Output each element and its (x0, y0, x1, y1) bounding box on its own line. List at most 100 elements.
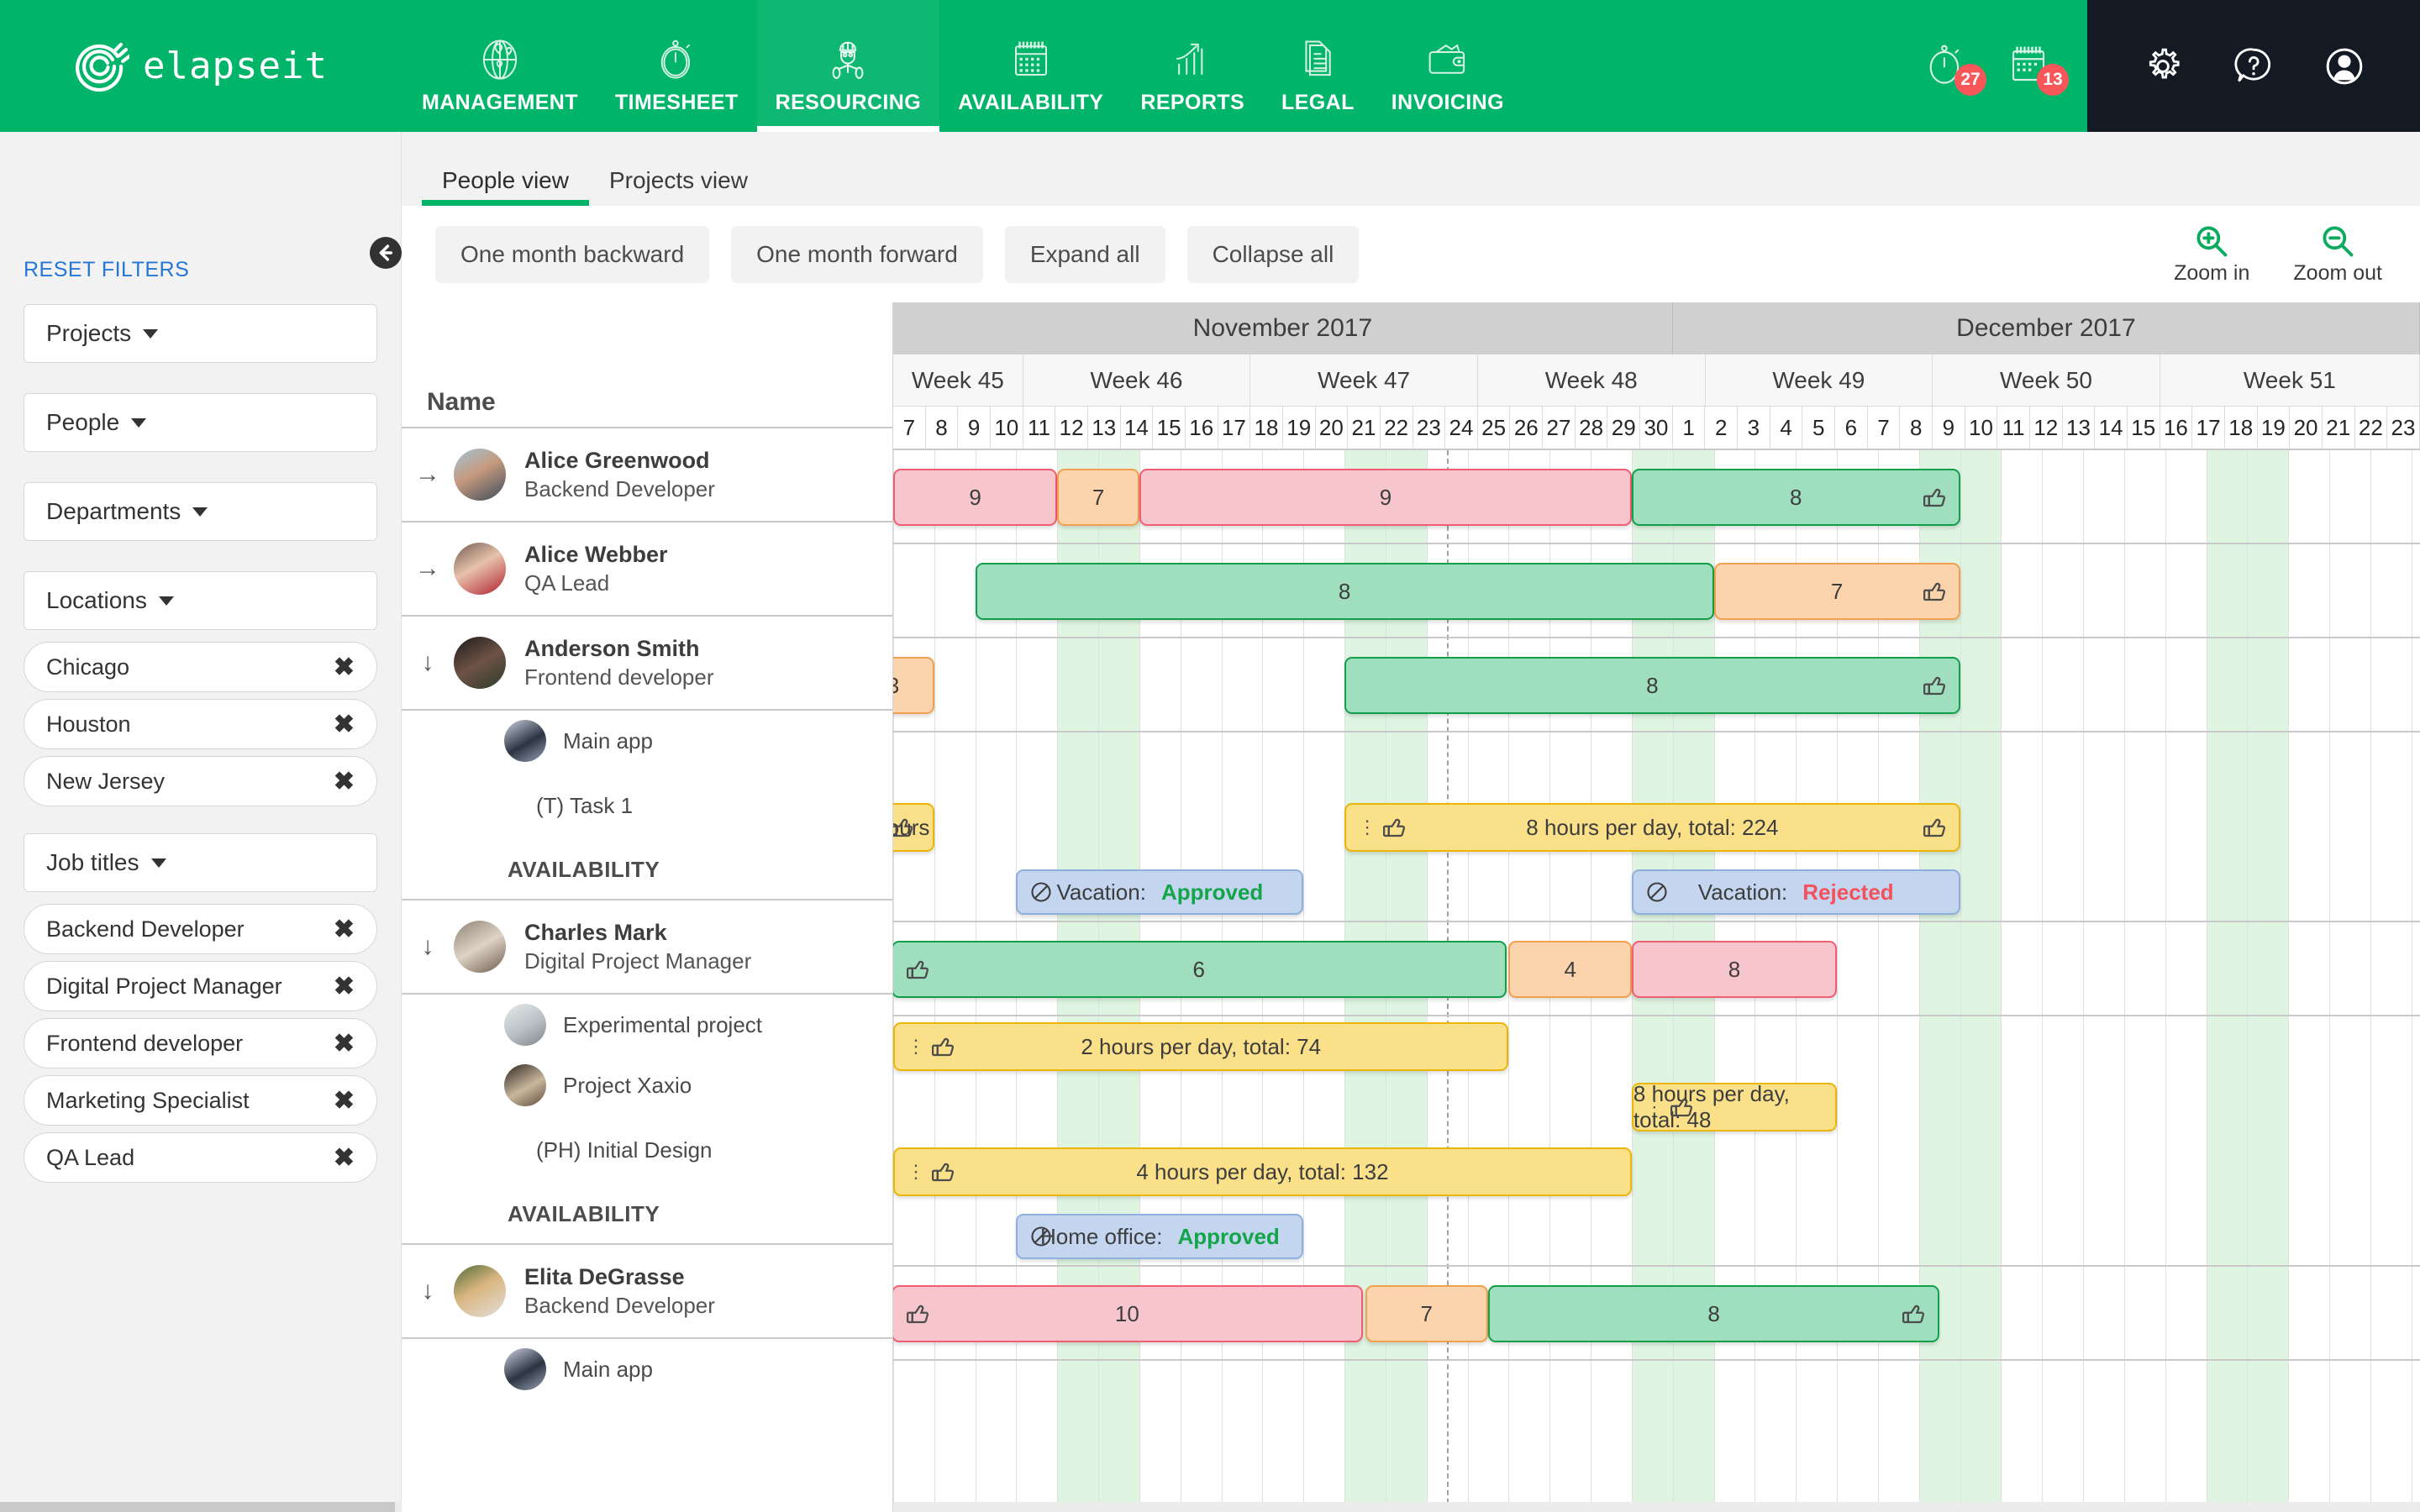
drag-handle-icon[interactable]: ⋮ (1645, 1098, 1664, 1116)
filter-chip-location[interactable]: Houston ✖ (24, 699, 377, 749)
one-month-backward-button[interactable]: One month backward (435, 225, 710, 283)
person-role: Backend Developer (524, 475, 715, 501)
close-icon[interactable]: ✖ (334, 1086, 355, 1116)
nav-item-timesheet[interactable]: TIMESHEET (597, 0, 757, 132)
tab-projects-view[interactable]: Projects view (589, 167, 768, 206)
day-header-cell: 16 (2160, 407, 2193, 449)
scrollbar-thumb[interactable] (0, 1502, 395, 1512)
collapse-all-button[interactable]: Collapse all (1186, 225, 1360, 283)
nav-item-resourcing[interactable]: RESOURCING (756, 0, 940, 132)
arrow-down-icon[interactable]: ↓ (402, 1277, 454, 1305)
person-row[interactable]: → Alice Webber QA Lead (402, 522, 892, 617)
arrow-right-icon[interactable]: → (402, 554, 454, 583)
allocation-bar[interactable]: 7 (1365, 1285, 1489, 1342)
chip-label: QA Lead (46, 1144, 135, 1170)
project-row: Experimental project (402, 995, 892, 1055)
person-row[interactable]: → Alice Greenwood Backend Developer (402, 428, 892, 522)
filter-departments-dropdown[interactable]: Departments (24, 482, 377, 541)
calendar-alerts-button[interactable]: 13 (2007, 42, 2069, 96)
zoom-in-button[interactable]: Zoom in (2174, 223, 2249, 286)
drag-handle-icon[interactable]: ⋮ (907, 1037, 925, 1056)
bar-label: 3 (893, 673, 899, 699)
arrow-down-icon[interactable]: ↓ (402, 932, 454, 961)
collapse-sidebar-button[interactable] (370, 237, 402, 269)
drag-handle-icon[interactable]: ⋮ (1358, 818, 1376, 837)
allocation-bar[interactable]: 7 (1713, 563, 1960, 620)
allocation-bar[interactable]: 6 (893, 941, 1507, 998)
person-row[interactable]: ↓ Charles Mark Digital Project Manager (402, 900, 892, 995)
filter-chip-jobtitle[interactable]: Digital Project Manager ✖ (24, 961, 377, 1011)
filter-people-dropdown[interactable]: People (24, 393, 377, 452)
one-month-forward-button[interactable]: One month forward (731, 225, 983, 283)
close-icon[interactable]: ✖ (334, 767, 355, 796)
filter-chip-location[interactable]: New Jersey ✖ (24, 756, 377, 806)
brand-logo[interactable]: elapseit (0, 0, 403, 132)
filter-chip-jobtitle[interactable]: Marketing Specialist ✖ (24, 1075, 377, 1126)
nav-item-management[interactable]: MANAGEMENT (403, 0, 597, 132)
allocation-bar[interactable]: 8 (1631, 941, 1838, 998)
drag-handle-icon[interactable]: ⋮ (907, 1163, 925, 1181)
gear-icon[interactable] (2139, 43, 2186, 90)
close-icon[interactable]: ✖ (334, 915, 355, 944)
day-header-cell: 15 (2127, 407, 2160, 449)
filter-chip-location[interactable]: Chicago ✖ (24, 642, 377, 692)
tab-label: People view (442, 167, 569, 193)
filter-chip-jobtitle[interactable]: Backend Developer ✖ (24, 904, 377, 954)
person-row[interactable]: ↓ Anderson Smith Frontend developer (402, 617, 892, 711)
person-row[interactable]: ↓ Elita DeGrasse Backend Developer (402, 1245, 892, 1339)
filter-chip-jobtitle[interactable]: Frontend developer ✖ (24, 1018, 377, 1068)
filter-projects-dropdown[interactable]: Projects (24, 304, 377, 363)
arrow-right-icon[interactable]: → (402, 460, 454, 489)
allocation-bar[interactable]: 7 (1057, 469, 1139, 526)
filter-jobtitles-dropdown[interactable]: Job titles (24, 833, 377, 892)
expand-all-button[interactable]: Expand all (1004, 225, 1165, 283)
close-icon[interactable]: ✖ (334, 653, 355, 682)
allocation-bar[interactable]: 9 (1139, 469, 1632, 526)
day-header-cell: 11 (1023, 407, 1056, 449)
allocation-bar[interactable]: 8 (1631, 469, 1960, 526)
arrow-down-icon[interactable]: ↓ (402, 648, 454, 677)
nav-item-availability[interactable]: AVAILABILITY (939, 0, 1122, 132)
allocation-bar[interactable]: 10 (893, 1285, 1364, 1342)
chart-growth-icon (1171, 35, 1214, 84)
availability-bar[interactable]: Home office: Approved (1016, 1214, 1304, 1259)
filter-label: People (46, 409, 120, 435)
day-header-cell: 1 (1672, 407, 1706, 449)
allocation-bar[interactable]: 9 (893, 469, 1058, 526)
day-header-cell: 6 (1835, 407, 1868, 449)
nav-item-reports[interactable]: REPORTS (1122, 0, 1263, 132)
filter-chip-jobtitle[interactable]: QA Lead ✖ (24, 1132, 377, 1183)
task-name: (PH) Initial Design (536, 1137, 713, 1163)
day-header-cell: 21 (1348, 407, 1381, 449)
timesheet-alerts-button[interactable]: 27 (1924, 42, 1986, 96)
close-icon[interactable]: ✖ (334, 1029, 355, 1058)
availability-bar[interactable]: Vacation: Rejected (1631, 869, 1960, 915)
allocation-bar[interactable]: 3 (893, 657, 934, 714)
allocation-bar[interactable]: 4 (1508, 941, 1632, 998)
allocation-bar[interactable]: 8 (1488, 1285, 1940, 1342)
allocation-bar[interactable]: ⋮ 8 hours per day, total: 224 (1344, 803, 1960, 852)
close-icon[interactable]: ✖ (334, 710, 355, 739)
horizontal-scrollbar[interactable] (0, 1502, 2420, 1512)
allocation-bar[interactable]: 8 (1344, 657, 1960, 714)
help-question-icon[interactable] (2230, 43, 2277, 90)
gantt-timeline: November 2017 December 2017 Week 45 Week 4… (893, 302, 2420, 1512)
filter-locations-dropdown[interactable]: Locations (24, 571, 377, 630)
day-header-cell: 2 (1705, 407, 1739, 449)
user-avatar-icon[interactable] (2321, 43, 2368, 90)
bar-label: 4 (1564, 956, 1576, 982)
allocation-bar[interactable]: ⋮ 2 hours per day, total: 74 (893, 1022, 1509, 1071)
allocation-bar[interactable]: ⋮ 8 hours per day, total: 48 (1631, 1081, 1838, 1132)
allocation-bar[interactable]: 8 (975, 563, 1714, 620)
tab-people-view[interactable]: People view (422, 167, 589, 206)
close-icon[interactable]: ✖ (334, 972, 355, 1001)
nav-item-invoicing[interactable]: INVOICING (1373, 0, 1523, 132)
allocation-bar[interactable]: ⋮ 4 hours per day, total: 132 (893, 1147, 1632, 1196)
close-icon[interactable]: ✖ (334, 1143, 355, 1173)
project-name: Experimental project (563, 1011, 762, 1037)
reset-filters-link[interactable]: RESET FILTERS (24, 258, 189, 282)
availability-bar[interactable]: Vacation: Approved (1016, 869, 1304, 915)
allocation-bar[interactable]: ⋮3 hours (893, 803, 934, 852)
zoom-out-button[interactable]: Zoom out (2293, 223, 2382, 286)
nav-item-legal[interactable]: LEGAL (1263, 0, 1373, 132)
